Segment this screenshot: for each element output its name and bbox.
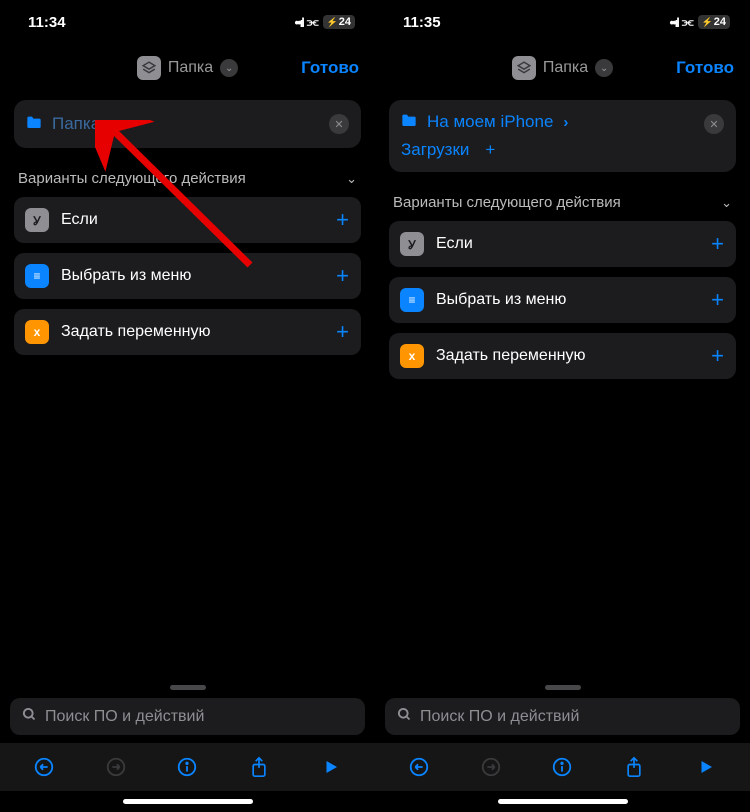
menu-icon: ≡ <box>25 264 49 288</box>
screen-left: 11:34 24 Папка ⌄ Готово Папка ✕ Варианты… <box>0 0 375 812</box>
action-label: Задать переменную <box>61 323 210 341</box>
add-icon[interactable]: + <box>711 343 724 369</box>
home-indicator[interactable] <box>498 799 628 804</box>
toolbar <box>375 743 750 791</box>
info-button[interactable] <box>167 756 207 778</box>
section-header[interactable]: Варианты следующего действия ⌄ <box>14 148 361 197</box>
branch-icon: Ỿ <box>400 232 424 256</box>
search-placeholder: Поиск ПО и действий <box>420 708 579 726</box>
action-label: Задать переменную <box>436 347 585 365</box>
add-icon[interactable]: + <box>336 207 349 233</box>
section-header[interactable]: Варианты следующего действия ⌄ <box>389 172 736 221</box>
action-item-variable[interactable]: x Задать переменную + <box>14 309 361 355</box>
shortcut-title-text: Папка <box>543 59 588 77</box>
menu-icon: ≡ <box>400 288 424 312</box>
variable-icon: x <box>400 344 424 368</box>
section-title: Варианты следующего действия <box>393 194 621 211</box>
action-item-if[interactable]: Ỿ Если + <box>14 197 361 243</box>
redo-button[interactable] <box>96 756 136 778</box>
breadcrumb-item[interactable]: На моем iPhone <box>427 112 553 132</box>
status-indicators: 24 <box>670 14 731 30</box>
action-item-if[interactable]: Ỿ Если + <box>389 221 736 267</box>
battery-indicator: 24 <box>323 15 355 29</box>
drag-handle[interactable] <box>545 685 581 690</box>
breadcrumb-item[interactable]: Загрузки <box>401 140 469 160</box>
search-placeholder: Поиск ПО и действий <box>45 708 204 726</box>
done-button[interactable]: Готово <box>676 58 734 78</box>
status-indicators: 24 <box>295 14 356 30</box>
nav-bar: Папка ⌄ Готово <box>0 44 375 92</box>
add-icon[interactable]: + <box>711 231 724 257</box>
folder-action-card[interactable]: На моем iPhone › Загрузки + ✕ <box>389 100 736 172</box>
shortcut-title[interactable]: Папка ⌄ <box>137 56 238 80</box>
folder-icon <box>401 113 417 131</box>
search-icon <box>397 707 412 726</box>
screen-right: 11:35 24 Папка ⌄ Готово На моем iPhone › <box>375 0 750 812</box>
suggested-action-list: Ỿ Если + ≡ Выбрать из меню + x Задать пе… <box>389 221 736 379</box>
chevron-down-icon: ⌄ <box>220 59 238 77</box>
nav-bar: Папка ⌄ Готово <box>375 44 750 92</box>
signal-icon <box>670 15 678 30</box>
toolbar <box>0 743 375 791</box>
share-button[interactable] <box>239 756 279 778</box>
shortcut-title[interactable]: Папка ⌄ <box>512 56 613 80</box>
status-time: 11:35 <box>403 14 441 31</box>
status-bar: 11:34 24 <box>0 0 375 44</box>
hotspot-icon <box>307 14 319 30</box>
branch-icon: Ỿ <box>25 208 49 232</box>
undo-button[interactable] <box>24 756 64 778</box>
shortcut-icon <box>512 56 536 80</box>
search-icon <box>22 707 37 726</box>
add-path-icon[interactable]: + <box>485 140 495 160</box>
bottom-panel: Поиск ПО и действий <box>0 685 375 812</box>
redo-button[interactable] <box>471 756 511 778</box>
home-indicator[interactable] <box>123 799 253 804</box>
signal-icon <box>295 15 303 30</box>
action-item-menu[interactable]: ≡ Выбрать из меню + <box>14 253 361 299</box>
clear-icon[interactable]: ✕ <box>704 114 724 134</box>
folder-action-card[interactable]: Папка ✕ <box>14 100 361 148</box>
play-button[interactable] <box>686 758 726 776</box>
action-label: Выбрать из меню <box>436 291 566 309</box>
battery-indicator: 24 <box>698 15 730 29</box>
undo-button[interactable] <box>399 756 439 778</box>
chevron-down-icon: ⌄ <box>346 171 357 187</box>
add-icon[interactable]: + <box>336 319 349 345</box>
shortcut-title-text: Папка <box>168 59 213 77</box>
shortcut-icon <box>137 56 161 80</box>
add-icon[interactable]: + <box>336 263 349 289</box>
status-bar: 11:35 24 <box>375 0 750 44</box>
bottom-panel: Поиск ПО и действий <box>375 685 750 812</box>
hotspot-icon <box>682 14 694 30</box>
share-button[interactable] <box>614 756 654 778</box>
action-item-menu[interactable]: ≡ Выбрать из меню + <box>389 277 736 323</box>
chevron-down-icon: ⌄ <box>595 59 613 77</box>
action-item-variable[interactable]: x Задать переменную + <box>389 333 736 379</box>
info-button[interactable] <box>542 756 582 778</box>
add-icon[interactable]: + <box>711 287 724 313</box>
variable-icon: x <box>25 320 49 344</box>
action-label: Выбрать из меню <box>61 267 191 285</box>
drag-handle[interactable] <box>170 685 206 690</box>
suggested-action-list: Ỿ Если + ≡ Выбрать из меню + x Задать пе… <box>14 197 361 355</box>
action-label: Если <box>436 235 473 253</box>
chevron-right-icon: › <box>563 114 568 131</box>
clear-icon[interactable]: ✕ <box>329 114 349 134</box>
folder-placeholder: Папка <box>52 114 100 134</box>
chevron-down-icon: ⌄ <box>721 195 732 211</box>
folder-icon <box>26 115 42 133</box>
search-input[interactable]: Поиск ПО и действий <box>10 698 365 735</box>
search-input[interactable]: Поиск ПО и действий <box>385 698 740 735</box>
done-button[interactable]: Готово <box>301 58 359 78</box>
status-time: 11:34 <box>28 14 66 31</box>
play-button[interactable] <box>311 758 351 776</box>
action-label: Если <box>61 211 98 229</box>
section-title: Варианты следующего действия <box>18 170 246 187</box>
